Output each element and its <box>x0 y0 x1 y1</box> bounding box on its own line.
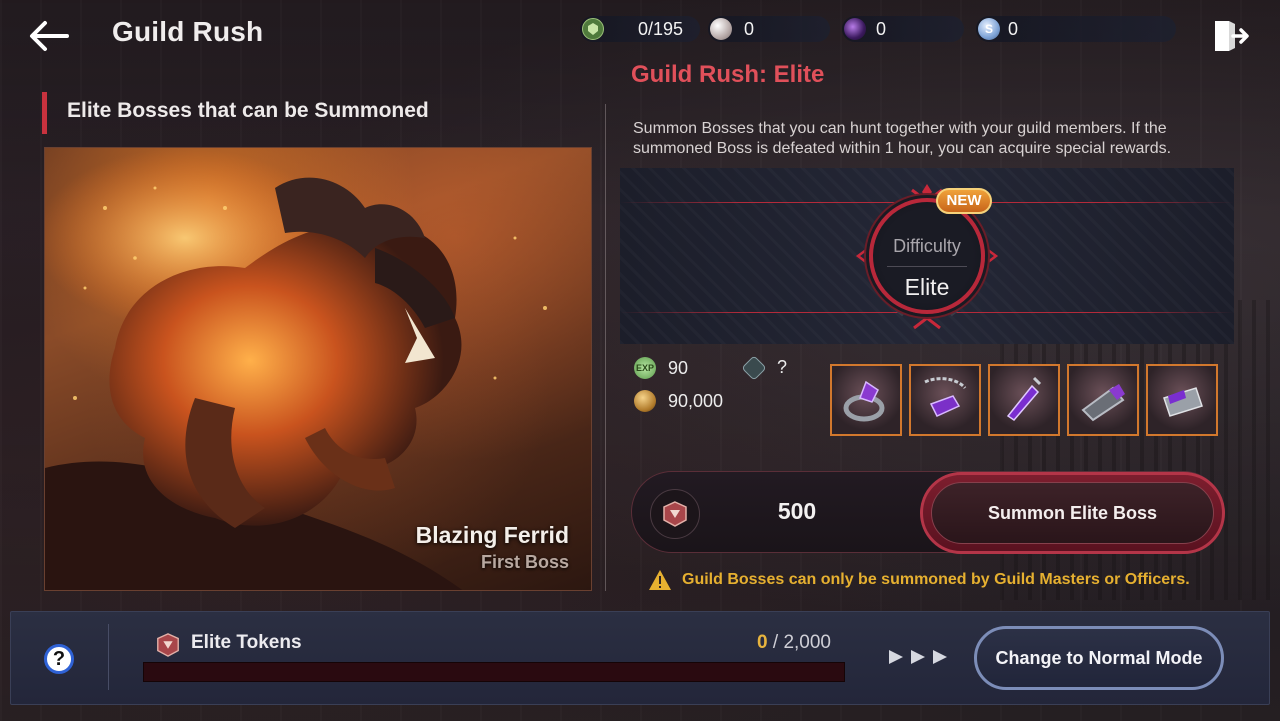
pearl-icon <box>710 18 732 40</box>
page-title: Guild Rush <box>112 16 264 47</box>
chain-necklace-icon <box>924 377 967 417</box>
help-button[interactable]: ? <box>44 644 74 674</box>
difficulty-separator <box>887 266 967 267</box>
reward-item-pendant[interactable] <box>988 364 1060 436</box>
crest-token-icon <box>741 354 767 381</box>
mode-description: Summon Bosses that you can hunt together… <box>633 120 1172 157</box>
currency-value: 0 <box>744 19 755 39</box>
arrow-indicator <box>887 647 947 667</box>
section-heading: Elite Bosses that can be Summoned <box>42 92 562 134</box>
boss-name: Blazing Ferrid <box>415 522 569 548</box>
currency-dark-orb[interactable]: 0 <box>842 16 964 42</box>
difficulty-circle: Difficulty Elite <box>869 198 985 314</box>
mode-title: Guild Rush: Elite <box>631 61 825 88</box>
currency-value: 0 <box>876 19 887 39</box>
elite-tokens-progress <box>143 662 845 682</box>
elite-token-icon <box>157 633 179 657</box>
difficulty-value: Elite <box>904 274 950 300</box>
amethyst-ring-icon <box>843 380 885 422</box>
background-railing <box>1000 300 1280 600</box>
dark-orb-icon <box>844 18 866 40</box>
warning-icon <box>649 570 671 590</box>
new-badge: NEW <box>936 188 992 214</box>
currency-silver-coin[interactable]: S 0 <box>976 16 1176 42</box>
summon-elite-boss-button[interactable]: Summon Elite Boss <box>920 472 1225 554</box>
reward-exp: EXP 90 <box>634 357 688 379</box>
back-button[interactable] <box>22 14 74 58</box>
panel-divider <box>605 104 606 591</box>
exp-value: 90 <box>668 357 689 378</box>
currency-value: 0/195 <box>638 19 684 39</box>
silver-coin-icon: S <box>978 18 1000 40</box>
bottom-bar: ? Elite Tokens 0 / 2,000 Change to Norma… <box>10 611 1270 705</box>
change-to-normal-mode-button[interactable]: Change to Normal Mode <box>974 626 1224 690</box>
currency-guild-crest[interactable]: 0/195 <box>580 16 700 42</box>
gem-pendant-icon <box>1006 376 1042 421</box>
gold-coin-icon <box>634 390 656 412</box>
warning-text: Guild Bosses can only be summoned by Gui… <box>682 571 1190 588</box>
back-arrow-icon <box>30 21 69 51</box>
reward-unknown: ? <box>741 354 788 381</box>
triple-arrow-icon <box>889 650 947 664</box>
reward-gold: 90,000 <box>634 390 723 412</box>
exit-button[interactable] <box>1208 16 1252 56</box>
reward-item-engraved-ring[interactable] <box>1146 364 1218 436</box>
reward-item-bracer[interactable] <box>1067 364 1139 436</box>
bottom-separator <box>108 624 109 690</box>
reward-item-ring[interactable] <box>830 364 902 436</box>
gold-value: 90,000 <box>668 390 724 411</box>
elite-tokens-count: 0 / 2,000 <box>731 632 831 654</box>
permission-warning: Guild Bosses can only be summoned by Gui… <box>648 569 1190 591</box>
exp-icon: EXP <box>634 357 656 379</box>
boss-subtitle: First Boss <box>480 552 569 572</box>
tokens-max: / 2,000 <box>772 632 831 653</box>
summon-button-label: Summon Elite Boss <box>931 482 1214 544</box>
exit-door-icon <box>1215 21 1249 51</box>
bracer-icon <box>1081 384 1125 422</box>
difficulty-label: Difficulty <box>893 236 961 256</box>
unknown-value: ? <box>777 357 788 377</box>
difficulty-panel: Difficulty Elite NEW <box>620 168 1234 344</box>
boss-card[interactable]: Blazing Ferrid First Boss <box>44 147 592 591</box>
elite-token-icon <box>663 501 687 527</box>
header: Guild Rush 0/195 0 0 S 0 <box>0 0 1280 64</box>
elite-tokens-label: Elite Tokens <box>191 632 302 653</box>
currency-pearl[interactable]: 0 <box>708 16 830 42</box>
currency-value: 0 <box>1008 19 1019 39</box>
tokens-current: 0 <box>757 632 768 653</box>
elite-token-cost-icon-wrap <box>650 489 700 539</box>
difficulty-badge: Difficulty Elite NEW <box>854 178 1000 334</box>
engraved-ring-icon <box>1163 387 1203 417</box>
summon-cost: 500 <box>777 498 817 524</box>
guild-crest-icon <box>582 18 604 40</box>
reward-item-necklace[interactable] <box>909 364 981 436</box>
summon-bar: 500 Summon Elite Boss <box>631 471 1225 554</box>
